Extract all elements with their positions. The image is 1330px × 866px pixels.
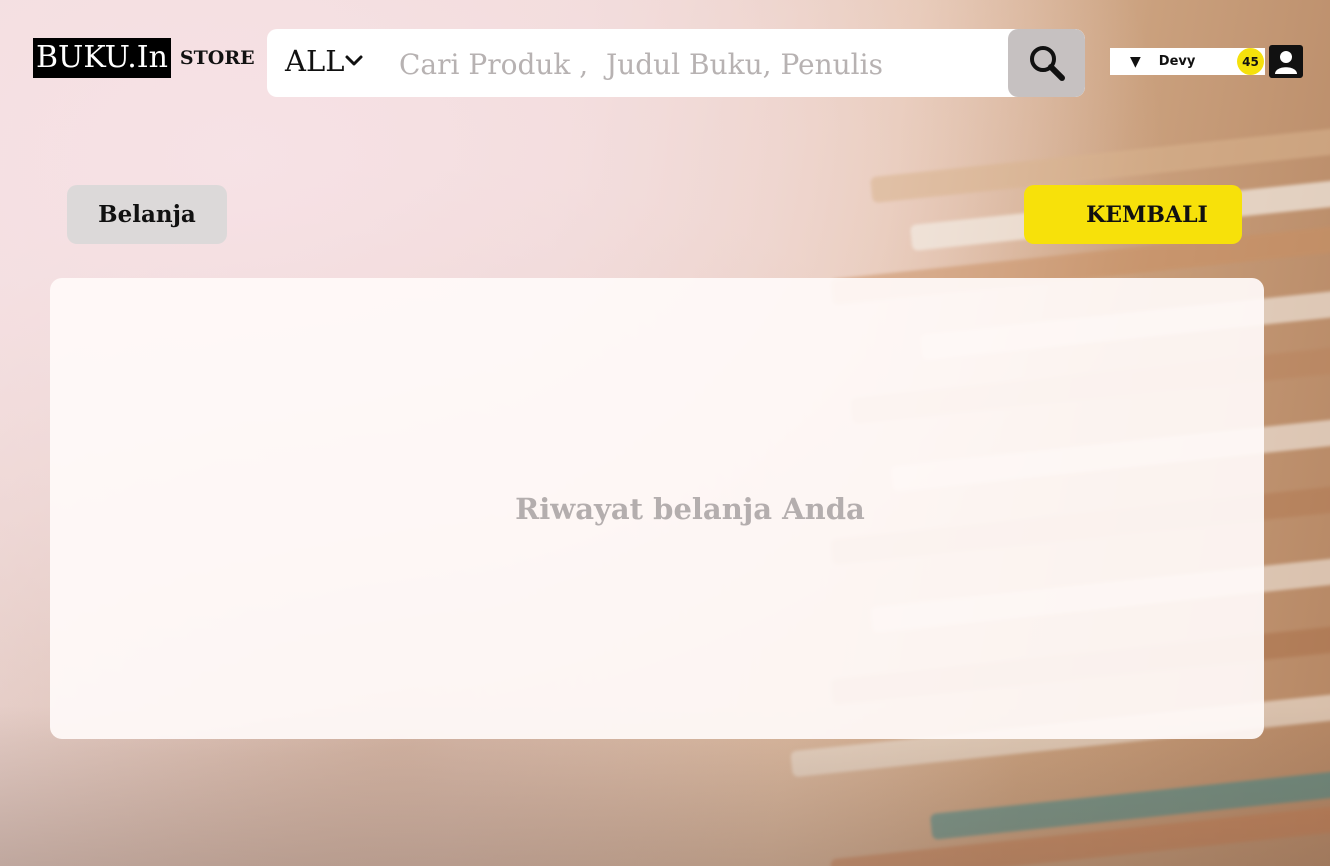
user-name: Devy bbox=[1158, 54, 1196, 69]
brand-logo[interactable]: BUKU.In STORE bbox=[33, 38, 255, 78]
notification-badge[interactable]: 45 bbox=[1237, 48, 1264, 75]
search-bar: ALL bbox=[267, 29, 1085, 97]
search-input[interactable] bbox=[397, 39, 1001, 89]
category-dropdown-label: ALL bbox=[285, 44, 345, 78]
avatar[interactable] bbox=[1269, 45, 1303, 78]
user-icon bbox=[1275, 50, 1297, 74]
purchase-history-empty-text: Riwayat belanja Anda bbox=[515, 491, 865, 526]
category-dropdown[interactable]: ALL bbox=[285, 41, 364, 81]
search-icon bbox=[1029, 46, 1065, 81]
purchase-history-panel: Riwayat belanja Anda bbox=[50, 278, 1264, 739]
search-button[interactable] bbox=[1008, 29, 1085, 97]
logo-mark: BUKU.In bbox=[33, 38, 171, 78]
logo-store-label: STORE bbox=[179, 47, 255, 69]
chevron-down-icon bbox=[345, 55, 363, 66]
kembali-button[interactable]: KEMBALI bbox=[1024, 185, 1242, 244]
caret-down-icon: ▼ bbox=[1130, 53, 1141, 70]
belanja-button[interactable]: Belanja bbox=[67, 185, 227, 244]
